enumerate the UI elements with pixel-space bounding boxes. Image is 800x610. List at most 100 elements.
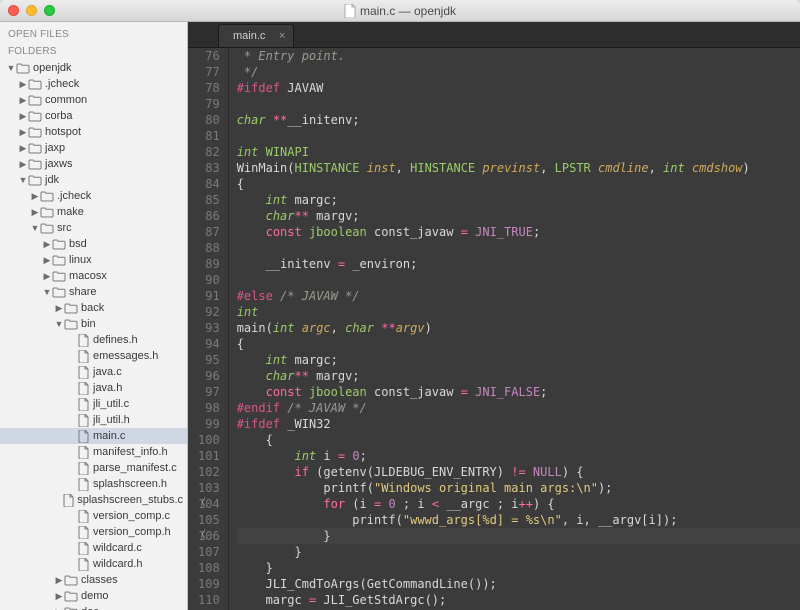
folder-row[interactable]: ▶back (0, 300, 187, 316)
disclosure-triangle-icon[interactable]: ▶ (42, 255, 52, 266)
code-line[interactable]: for (i = 0 ; i < __argc ; i++) { (237, 496, 800, 512)
line-number[interactable]: 101 (198, 448, 220, 464)
line-number[interactable]: 104 (198, 496, 220, 512)
code-line[interactable]: { (237, 336, 800, 352)
code-line[interactable]: JLI_CmdToArgs(GetCommandLine()); (237, 576, 800, 592)
disclosure-triangle-icon[interactable]: ▶ (18, 127, 28, 138)
disclosure-triangle-icon[interactable]: ▼ (54, 319, 64, 329)
line-number[interactable]: 103 (198, 480, 220, 496)
line-number[interactable]: 83 (198, 160, 220, 176)
folder-row[interactable]: ▼openjdk (0, 60, 187, 76)
disclosure-triangle-icon[interactable]: ▶ (18, 79, 28, 90)
file-row[interactable]: ▶manifest_info.h (0, 444, 187, 460)
line-number[interactable]: 81 (198, 128, 220, 144)
code-line[interactable] (237, 240, 800, 256)
folder-row[interactable]: ▶demo (0, 588, 187, 604)
file-row[interactable]: ▶java.c (0, 364, 187, 380)
code-line[interactable]: { (237, 432, 800, 448)
code-line[interactable]: WinMain(HINSTANCE inst, HINSTANCE previn… (237, 160, 800, 176)
line-number[interactable]: 79 (198, 96, 220, 112)
disclosure-triangle-icon[interactable]: ▶ (42, 239, 52, 250)
line-number[interactable]: 91 (198, 288, 220, 304)
file-row[interactable]: ▶wildcard.c (0, 540, 187, 556)
line-number[interactable]: 85 (198, 192, 220, 208)
tab-bar[interactable]: main.c × (188, 22, 800, 48)
line-number[interactable]: 80 (198, 112, 220, 128)
line-number[interactable]: 98 (198, 400, 220, 416)
folder-row[interactable]: ▶.jcheck (0, 188, 187, 204)
code-line[interactable]: margc = JLI_GetStdArgc(); (237, 592, 800, 608)
folder-row[interactable]: ▶.jcheck (0, 76, 187, 92)
file-row[interactable]: ▶main.c (0, 428, 187, 444)
line-number[interactable]: 95 (198, 352, 220, 368)
folder-row[interactable]: ▶common (0, 92, 187, 108)
file-row[interactable]: ▶version_comp.h (0, 524, 187, 540)
line-number[interactable]: 89 (198, 256, 220, 272)
code-line[interactable] (237, 96, 800, 112)
code-content[interactable]: * Entry point. */#ifdef JAVAW char **__i… (229, 48, 800, 610)
code-line[interactable]: #ifdef JAVAW (237, 80, 800, 96)
code-line[interactable]: const jboolean const_javaw = JNI_FALSE; (237, 384, 800, 400)
code-line[interactable] (237, 128, 800, 144)
line-number[interactable]: 84 (198, 176, 220, 192)
folder-row[interactable]: ▶bsd (0, 236, 187, 252)
line-number[interactable]: 94 (198, 336, 220, 352)
file-row[interactable]: ▶emessages.h (0, 348, 187, 364)
code-line[interactable]: } (237, 560, 800, 576)
line-number-gutter[interactable]: 7677787980818283848586878889909192939495… (188, 48, 229, 610)
disclosure-triangle-icon[interactable]: ▶ (18, 111, 28, 122)
folders-heading[interactable]: FOLDERS (0, 43, 187, 60)
code-line[interactable] (237, 272, 800, 288)
disclosure-triangle-icon[interactable]: ▼ (42, 287, 52, 297)
line-number[interactable]: 102 (198, 464, 220, 480)
file-row[interactable]: ▶jli_util.c (0, 396, 187, 412)
folder-row[interactable]: ▶jaxws (0, 156, 187, 172)
disclosure-triangle-icon[interactable]: ▶ (30, 191, 40, 202)
disclosure-triangle-icon[interactable]: ▼ (30, 223, 40, 233)
code-line[interactable]: */ (237, 64, 800, 80)
code-line[interactable]: char** margv; (237, 208, 800, 224)
folder-row[interactable]: ▶make (0, 204, 187, 220)
file-row[interactable]: ▶jli_util.h (0, 412, 187, 428)
folder-row[interactable]: ▼bin (0, 316, 187, 332)
line-number[interactable]: 87 (198, 224, 220, 240)
disclosure-triangle-icon[interactable]: ▶ (54, 591, 64, 602)
code-line[interactable]: #else /* JAVAW */ (237, 288, 800, 304)
disclosure-triangle-icon[interactable]: ▶ (18, 95, 28, 106)
file-row[interactable]: ▶wildcard.h (0, 556, 187, 572)
code-line[interactable]: __initenv = _environ; (237, 256, 800, 272)
titlebar[interactable]: main.c — openjdk (0, 0, 800, 22)
code-line[interactable]: #endif /* JAVAW */ (237, 400, 800, 416)
code-line[interactable]: int i = 0; (237, 448, 800, 464)
code-line[interactable]: #ifdef _WIN32 (237, 416, 800, 432)
code-line[interactable]: } (237, 544, 800, 560)
file-row[interactable]: ▶java.h (0, 380, 187, 396)
line-number[interactable]: 93 (198, 320, 220, 336)
disclosure-triangle-icon[interactable]: ▶ (18, 159, 28, 170)
line-number[interactable]: 110 (198, 592, 220, 608)
code-line[interactable]: int margc; (237, 192, 800, 208)
zoom-window-button[interactable] (44, 5, 55, 16)
code-line[interactable]: char** margv; (237, 368, 800, 384)
folder-row[interactable]: ▶hotspot (0, 124, 187, 140)
folder-row[interactable]: ▶jaxp (0, 140, 187, 156)
line-number[interactable]: 77 (198, 64, 220, 80)
line-number[interactable]: 92 (198, 304, 220, 320)
tab-main-c[interactable]: main.c × (218, 24, 294, 47)
code-line[interactable]: int WINAPI (237, 144, 800, 160)
code-line[interactable]: * Entry point. (237, 48, 800, 64)
minimize-window-button[interactable] (26, 5, 37, 16)
file-row[interactable]: ▶parse_manifest.c (0, 460, 187, 476)
disclosure-triangle-icon[interactable]: ▶ (54, 607, 64, 610)
line-number[interactable]: 105 (198, 512, 220, 528)
line-number[interactable]: 106 (198, 528, 220, 544)
disclosure-triangle-icon[interactable]: ▼ (18, 175, 28, 185)
code-line[interactable]: { (237, 176, 800, 192)
folder-row[interactable]: ▶corba (0, 108, 187, 124)
code-line[interactable]: if (getenv(JLDEBUG_ENV_ENTRY) != NULL) { (237, 464, 800, 480)
file-row[interactable]: ▶version_comp.c (0, 508, 187, 524)
disclosure-triangle-icon[interactable]: ▼ (6, 63, 16, 73)
code-line[interactable]: printf("wwwd_args[%d] = %s\n", i, __argv… (237, 512, 800, 528)
line-number[interactable]: 88 (198, 240, 220, 256)
line-number[interactable]: 108 (198, 560, 220, 576)
